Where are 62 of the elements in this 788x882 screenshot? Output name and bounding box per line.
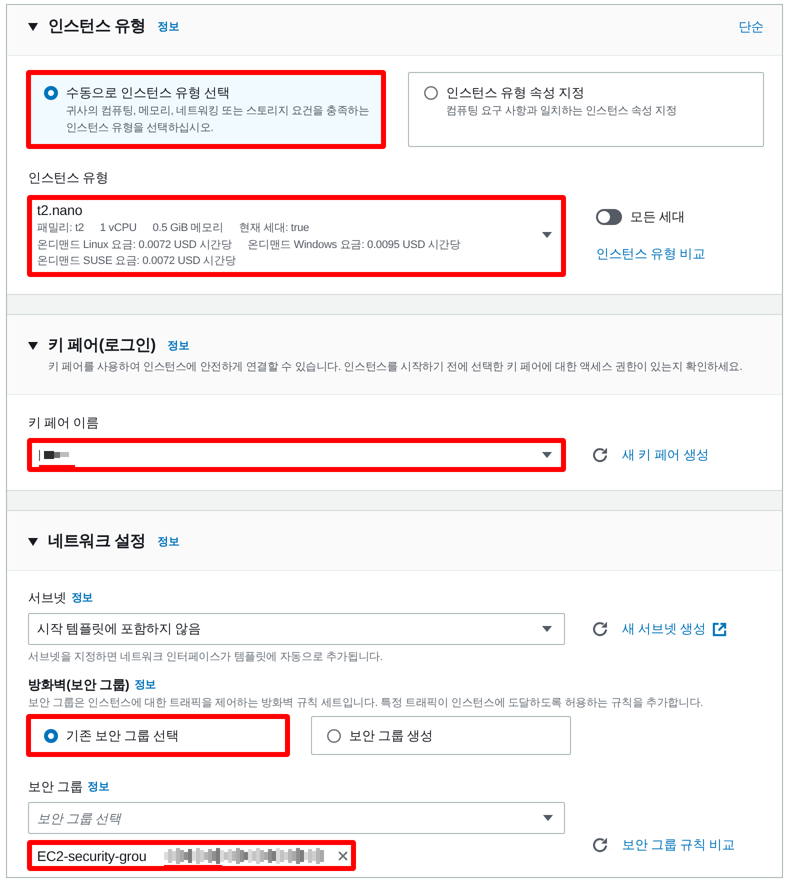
info-link[interactable]: 정보	[71, 590, 94, 606]
instance-type-select[interactable]: t2.nano 패밀리: t2 1 vCPU 0.5 GiB 메모리 현재 세대: true 온디맨드 Linux 요금: 0.0072 USD 시간당 온디맨드 Windows 요금: 0.0095 USD 시간당 온디맨드 SUSE 요금: 0.0072 USD 시간당	[28, 196, 565, 276]
option-description: 컴퓨팅 요구 사항과 일치하는 인스턴스 속성 지정	[446, 104, 677, 119]
caret-icon[interactable]	[28, 342, 38, 350]
section-title: 키 페어(로그인)	[48, 336, 156, 356]
field-label: 보안 그룹	[28, 778, 83, 796]
caret-icon	[542, 452, 552, 458]
create-key-pair-link[interactable]: 새 키 페어 생성	[622, 445, 710, 465]
section-title: 인스턴스 유형	[48, 17, 146, 37]
option-title: 보안 그룹 생성	[349, 726, 433, 744]
caret-icon[interactable]	[28, 23, 38, 31]
create-subnet-link[interactable]: 새 서브넷 생성	[622, 619, 727, 639]
detail-text: 온디맨드 SUSE 요금: 0.0072 USD 시간당	[37, 254, 236, 270]
security-group-select[interactable]: 보안 그룹 선택	[28, 802, 565, 834]
caret-icon	[543, 815, 553, 821]
external-link-icon	[712, 622, 727, 636]
info-link[interactable]: 정보	[158, 19, 180, 35]
detail-text: 패밀리: t2	[37, 221, 84, 236]
option-title: 수동으로 인스턴스 유형 선택	[66, 84, 230, 102]
caret-icon[interactable]	[28, 538, 38, 546]
field-description: 보안 그룹은 인스턴스에 대한 트래픽을 제어하는 방화벽 규칙 세트입니다. 특정 트래픽이 인스턴스에 도달하도록 허용하는 규칙을 추가합니다.	[28, 696, 704, 711]
refresh-icon[interactable]	[592, 621, 608, 637]
radio-button[interactable]	[424, 86, 438, 100]
option-card[interactable]: 인스턴스 유형 속성 지정 컴퓨팅 요구 사항과 일치하는 인스턴스 속성 지정	[408, 72, 764, 147]
selected-value: t2.nano	[37, 201, 82, 220]
refresh-icon[interactable]	[592, 837, 608, 853]
section-title: 네트워크 설정	[48, 532, 146, 552]
toggle-label: 모든 세대	[630, 208, 685, 226]
radio-button[interactable]	[44, 728, 58, 742]
detail-text: 현재 세대: true	[239, 221, 310, 236]
option-description: 귀사의 컴퓨팅, 메모리, 네트워킹 또는 스토리지 요건을 충족하는 인스턴스 유형을 선택하십시오.	[66, 104, 369, 136]
token-text: EC2-security-grou	[37, 846, 146, 866]
radio-button[interactable]	[327, 728, 341, 742]
view-mode-link[interactable]: 단순	[738, 15, 764, 39]
option-title: 기존 보안 그룹 선택	[66, 726, 179, 744]
caret-icon	[542, 232, 552, 238]
section-description: 키 페어를 사용하여 인스턴스에 안전하게 연결할 수 있습니다. 인스턴스를 시작하기 전에 선택한 키 페어에 대한 액세스 권한이 있는지 확인하세요.	[48, 360, 744, 375]
option-card[interactable]: 기존 보안 그룹 선택	[28, 716, 288, 755]
caret-icon	[542, 626, 552, 632]
detail-text: 0.5 GiB 메모리	[152, 221, 224, 236]
detail-text: 온디맨드 Linux 요금: 0.0072 USD 시간당	[37, 238, 232, 253]
info-link[interactable]: 정보	[168, 338, 190, 354]
option-title: 인스턴스 유형 속성 지정	[446, 84, 584, 102]
info-link[interactable]: 정보	[158, 534, 180, 550]
field-label: 인스턴스 유형	[28, 169, 108, 187]
refresh-icon[interactable]	[592, 447, 608, 463]
field-label: 방화벽(보안 그룹)	[28, 676, 130, 694]
radio-button[interactable]	[44, 86, 58, 100]
field-hint: 서브넷을 지정하면 네트워크 인터페이스가 템플릿에 자동으로 추가됩니다.	[28, 650, 384, 665]
compare-rules-link[interactable]: 보안 그룹 규칙 비교	[622, 835, 735, 855]
subnet-select[interactable]: 시작 템플릿에 포함하지 않음	[28, 613, 565, 645]
detail-text: 1 vCPU	[100, 221, 137, 236]
info-link[interactable]: 정보	[134, 677, 156, 693]
toggle-switch[interactable]	[596, 209, 622, 225]
info-link[interactable]: 정보	[88, 779, 110, 795]
option-card[interactable]: 수동으로 인스턴스 유형 선택 귀사의 컴퓨팅, 메모리, 네트워킹 또는 스토리지 요건을 충족하는 인스턴스 유형을 선택하십시오.	[28, 72, 384, 147]
field-label: 서브넷	[28, 589, 66, 607]
option-card[interactable]: 보안 그룹 생성	[311, 716, 571, 755]
field-label: 키 페어 이름	[28, 414, 99, 432]
detail-text: 온디맨드 Windows 요금: 0.0095 USD 시간당	[248, 238, 460, 253]
close-icon[interactable]	[338, 850, 348, 860]
compare-link[interactable]: 인스턴스 유형 비교	[596, 244, 706, 264]
